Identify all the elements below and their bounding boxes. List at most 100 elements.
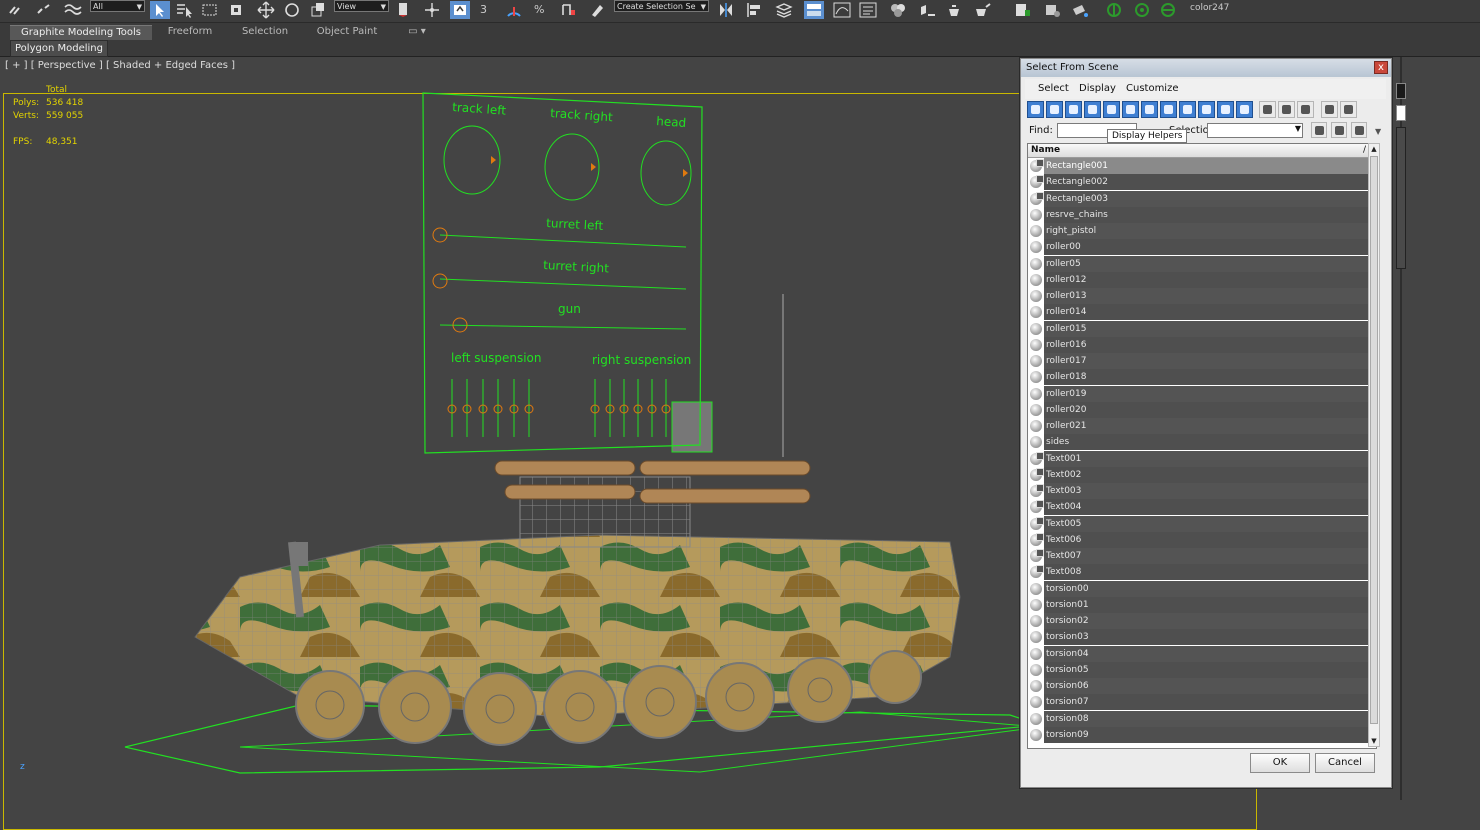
render-production-icon[interactable] (972, 1, 992, 19)
list-item[interactable]: Text005 (1028, 515, 1372, 532)
list-item[interactable]: Rectangle003 (1028, 190, 1372, 207)
spinner-snap-icon[interactable] (558, 1, 578, 19)
filter-icon[interactable] (1321, 101, 1338, 118)
list-scrollbar[interactable]: ▲ ▼ (1368, 143, 1380, 747)
create-selection-set-icon[interactable] (1311, 122, 1327, 138)
list-item[interactable]: Text007 (1028, 548, 1372, 564)
select-by-name-icon[interactable] (174, 1, 194, 19)
pivot-point-icon[interactable] (394, 1, 414, 19)
display-geometry-icon[interactable] (1027, 101, 1044, 118)
hierarchy-icon[interactable] (1104, 1, 1124, 19)
reference-coordinate-dropdown[interactable]: View ▼ (334, 0, 389, 12)
list-item[interactable]: Text006 (1028, 531, 1372, 548)
list-item[interactable]: torsion03 (1028, 629, 1372, 646)
tab-object-paint[interactable]: Object Paint (312, 25, 382, 39)
add-to-selection-set-icon[interactable] (1331, 122, 1347, 138)
snap-toggle-label[interactable]: 3 (480, 3, 487, 16)
walkthrough-icon[interactable] (1042, 1, 1062, 19)
curve-editor-icon[interactable] (832, 1, 852, 19)
keyboard-shortcut-override-icon[interactable] (450, 1, 470, 19)
display-containers-icon[interactable] (1198, 101, 1215, 118)
tab-graphite-modeling-tools[interactable]: Graphite Modeling Tools (10, 25, 152, 40)
edit-named-selection-icon[interactable] (588, 1, 608, 19)
list-item[interactable]: roller013 (1028, 288, 1372, 304)
list-item[interactable]: Rectangle002 (1028, 174, 1372, 191)
schematic-view-icon[interactable] (858, 1, 878, 19)
align-icon[interactable] (744, 1, 764, 19)
rectangular-region-icon[interactable] (200, 1, 220, 19)
menu-display[interactable]: Display (1079, 83, 1116, 94)
window-crossing-icon[interactable] (226, 1, 246, 19)
list-item[interactable]: torsion09 (1028, 726, 1372, 743)
list-column-header[interactable]: Name / (1028, 144, 1372, 158)
ribbon-options-icon[interactable]: ▭ ▾ (404, 25, 430, 39)
selection-filter-dropdown[interactable]: All ▼ (90, 0, 145, 12)
list-item[interactable]: Text002 (1028, 466, 1372, 483)
container-icon[interactable] (1012, 1, 1032, 19)
render-setup-icon[interactable] (918, 1, 938, 19)
chevron-down-icon[interactable]: ▼ (1375, 127, 1381, 136)
list-item[interactable]: Text004 (1028, 499, 1372, 516)
material-editor-icon[interactable] (888, 1, 908, 19)
motion-icon[interactable] (1132, 1, 1152, 19)
select-object-icon[interactable] (150, 1, 170, 19)
toggle-ribbon-icon[interactable] (804, 1, 824, 19)
rendered-frame-window-icon[interactable] (944, 1, 964, 19)
rig-control-board[interactable]: track left track right head turret left … (422, 92, 703, 454)
list-item[interactable]: torsion06 (1028, 678, 1372, 694)
list-item[interactable]: torsion08 (1028, 710, 1372, 727)
display-shapes-icon[interactable] (1046, 101, 1063, 118)
list-item[interactable]: roller016 (1028, 336, 1372, 353)
list-item[interactable]: roller017 (1028, 353, 1372, 369)
display-helpers-icon[interactable] (1103, 101, 1120, 118)
bind-space-warp-icon[interactable] (62, 1, 82, 19)
list-item[interactable]: torsion00 (1028, 580, 1372, 597)
remove-from-selection-set-icon[interactable] (1351, 122, 1367, 138)
display-space-warps-icon[interactable] (1122, 101, 1139, 118)
unlink-icon[interactable] (34, 1, 54, 19)
list-item[interactable]: roller015 (1028, 320, 1372, 337)
display-xrefs-icon[interactable] (1160, 101, 1177, 118)
list-item[interactable]: roller012 (1028, 271, 1372, 288)
list-item[interactable]: sides (1028, 434, 1372, 451)
list-item[interactable]: torsion02 (1028, 613, 1372, 629)
display-lights-icon[interactable] (1065, 101, 1082, 118)
select-and-manipulate-icon[interactable] (422, 1, 442, 19)
mirror-icon[interactable] (716, 1, 736, 19)
display-invert-icon[interactable] (1297, 101, 1314, 118)
named-selection-sets-dropdown[interactable]: Create Selection Se ▼ (614, 0, 709, 12)
list-item[interactable]: resrve_chains (1028, 206, 1372, 223)
scroll-down-icon[interactable]: ▼ (1369, 736, 1379, 746)
display-icon[interactable] (1158, 1, 1178, 19)
angle-snap-icon[interactable] (504, 1, 524, 19)
scrollbar-thumb[interactable] (1370, 156, 1378, 724)
display-cameras-icon[interactable] (1084, 101, 1101, 118)
display-all-icon[interactable] (1259, 101, 1276, 118)
list-item[interactable]: Rectangle001 (1028, 158, 1372, 174)
ok-button[interactable]: OK (1250, 753, 1310, 773)
move-icon[interactable] (256, 1, 276, 19)
display-frozen-icon[interactable] (1217, 101, 1234, 118)
display-bones-icon[interactable] (1179, 101, 1196, 118)
layer-manager-icon[interactable] (774, 1, 794, 19)
display-groups-icon[interactable] (1141, 101, 1158, 118)
list-item[interactable]: torsion05 (1028, 661, 1372, 678)
menu-select[interactable]: Select (1038, 83, 1069, 94)
rotate-icon[interactable] (282, 1, 302, 19)
list-item[interactable]: right_pistol (1028, 223, 1372, 239)
list-item[interactable]: torsion07 (1028, 694, 1372, 711)
track-right-control[interactable] (544, 133, 600, 201)
list-item[interactable]: roller014 (1028, 304, 1372, 321)
cancel-button[interactable]: Cancel (1315, 753, 1375, 773)
link-icon[interactable] (6, 1, 26, 19)
list-item[interactable]: torsion04 (1028, 645, 1372, 662)
close-icon[interactable]: x (1374, 61, 1388, 74)
tank-model[interactable] (194, 294, 961, 746)
list-item[interactable]: Text008 (1028, 564, 1372, 581)
percent-snap-label[interactable]: % (534, 3, 544, 16)
selection-set-dropdown[interactable]: ▼ (1207, 123, 1303, 138)
scale-icon[interactable] (308, 1, 328, 19)
filter-options-icon[interactable] (1340, 101, 1357, 118)
list-item[interactable]: roller05 (1028, 255, 1372, 272)
list-item[interactable]: roller019 (1028, 385, 1372, 402)
